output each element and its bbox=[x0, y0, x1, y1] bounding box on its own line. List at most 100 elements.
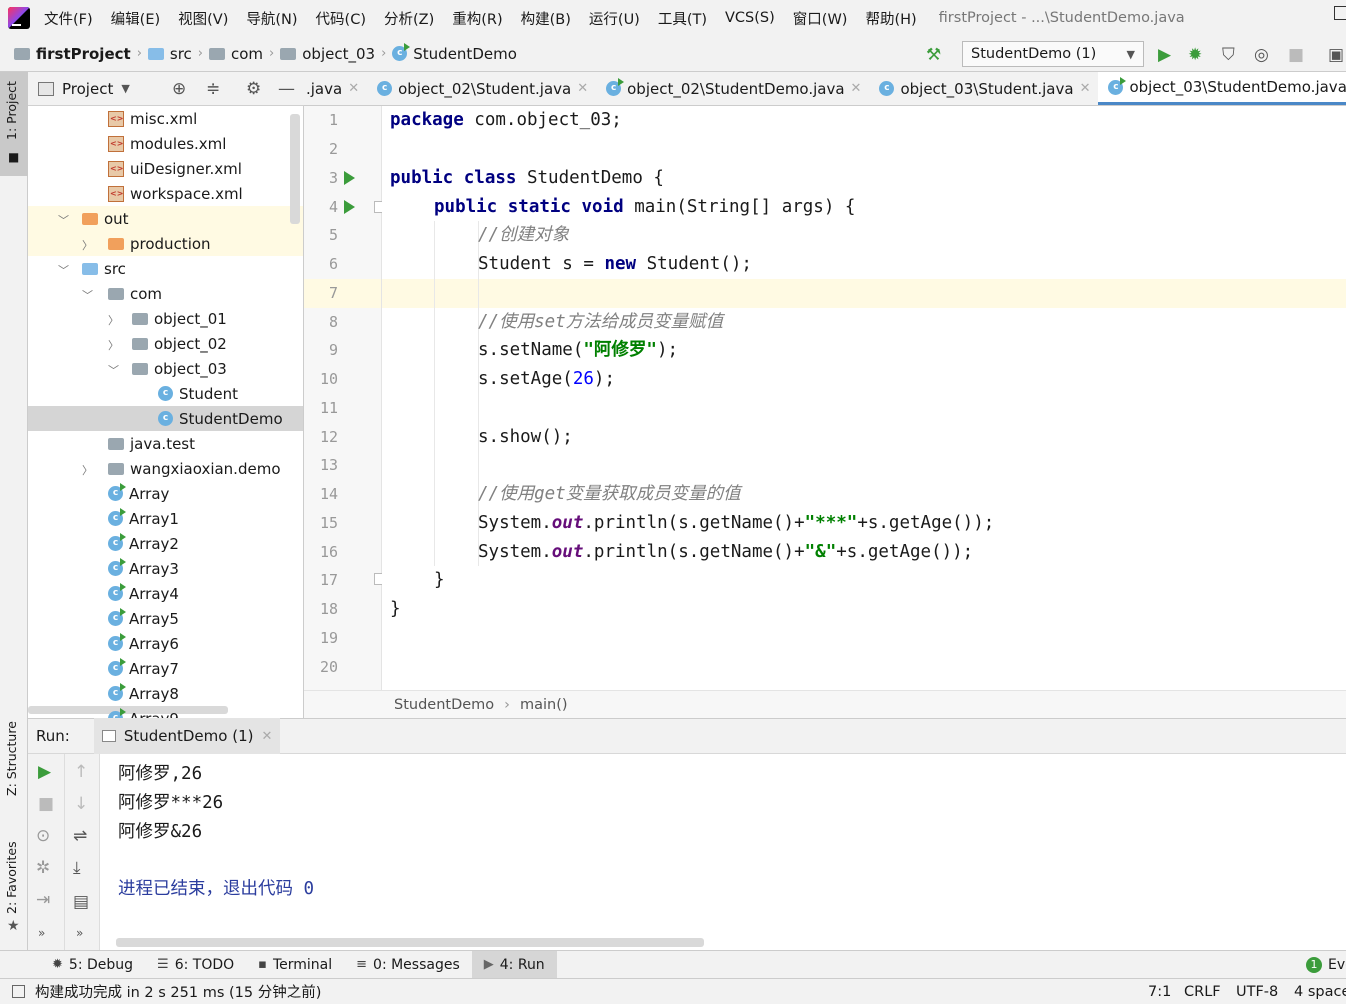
tree-item[interactable]: workspace.xml bbox=[108, 181, 243, 206]
tree-item[interactable]: wangxiaoxian.demo bbox=[108, 456, 281, 481]
scroll-to-end-icon[interactable]: ⤓ bbox=[73, 858, 81, 878]
tree-item[interactable]: misc.xml bbox=[108, 106, 197, 131]
tree-item[interactable]: production bbox=[108, 231, 211, 256]
run-tool-tab[interactable]: ▶ 4: Run bbox=[471, 950, 557, 979]
chevron-down-icon[interactable]: ﹀ bbox=[58, 262, 69, 278]
tree-item[interactable]: c Array bbox=[108, 481, 169, 506]
tree-item[interactable]: uiDesigner.xml bbox=[108, 156, 242, 181]
tool-window-toggle-icon[interactable] bbox=[12, 985, 25, 998]
tree-item[interactable]: c Array1 bbox=[108, 506, 179, 531]
event-log-tab[interactable]: 1 Eve bbox=[1306, 957, 1346, 973]
chevron-right-icon[interactable]: 〉 bbox=[82, 462, 93, 478]
status-message[interactable]: 构建成功完成 in 2 s 251 ms (15 分钟之前) bbox=[35, 981, 321, 1002]
tree-item[interactable]: com bbox=[108, 281, 162, 306]
chevron-right-icon[interactable]: 〉 bbox=[82, 237, 93, 253]
camera-icon[interactable]: ⊙ bbox=[36, 826, 50, 846]
structure-tool-tab[interactable]: Z: Structure bbox=[4, 721, 19, 796]
close-icon[interactable]: ✕ bbox=[577, 81, 588, 96]
tree-item[interactable]: c Array8 bbox=[108, 681, 179, 706]
menu-refactor[interactable]: 重构(R) bbox=[452, 8, 502, 29]
terminal-tool-tab[interactable]: ▪ Terminal bbox=[246, 951, 344, 979]
tree-item[interactable]: object_02 bbox=[132, 331, 227, 356]
chevron-down-icon[interactable]: ﹀ bbox=[108, 362, 119, 378]
tree-item[interactable]: c Array2 bbox=[108, 531, 179, 556]
maximize-window-button[interactable] bbox=[1334, 6, 1346, 20]
tree-item[interactable]: c Student bbox=[158, 381, 238, 406]
down-arrow-icon[interactable]: ↓ bbox=[74, 794, 88, 814]
tree-item[interactable]: object_03 bbox=[132, 356, 227, 381]
debug-bug-icon[interactable]: ✹ bbox=[1188, 45, 1202, 65]
stop-icon[interactable]: ■ bbox=[38, 794, 54, 814]
run-tab[interactable]: StudentDemo (1) ✕ bbox=[93, 718, 281, 754]
profile-icon[interactable]: ◎ bbox=[1254, 45, 1269, 65]
close-icon[interactable]: ✕ bbox=[851, 81, 862, 96]
build-hammer-icon[interactable]: ⚒ bbox=[926, 45, 941, 65]
tree-item[interactable]: java.test bbox=[108, 431, 195, 456]
menu-window[interactable]: 窗口(W) bbox=[793, 8, 848, 29]
caret-position[interactable]: 7:1 bbox=[1148, 984, 1171, 1000]
code-editor[interactable]: package com.object_03; public class Stud… bbox=[382, 106, 1346, 690]
run-class-gutter-icon[interactable] bbox=[344, 171, 355, 185]
menu-file[interactable]: 文件(F) bbox=[44, 8, 93, 29]
run-configuration-select[interactable]: StudentDemo (1) ▼ bbox=[962, 41, 1144, 67]
close-icon[interactable]: ✕ bbox=[1080, 81, 1091, 96]
menu-help[interactable]: 帮助(H) bbox=[865, 8, 916, 29]
editor-tab[interactable]: .java ✕ bbox=[304, 72, 367, 105]
breadcrumb-method[interactable]: main() bbox=[520, 697, 568, 713]
debug-tool-tab[interactable]: ✹ 5: Debug bbox=[40, 951, 145, 979]
menu-view[interactable]: 视图(V) bbox=[178, 8, 228, 29]
project-structure-icon[interactable]: ▣ bbox=[1328, 45, 1344, 65]
tree-item[interactable]: cArray9 bbox=[108, 706, 179, 718]
file-encoding[interactable]: UTF-8 bbox=[1236, 984, 1278, 1000]
menu-navigate[interactable]: 导航(N) bbox=[246, 8, 297, 29]
project-panel-title[interactable]: Project bbox=[62, 80, 113, 98]
editor-tab-active[interactable]: c object_03\StudentDemo.java bbox=[1098, 72, 1346, 105]
close-icon[interactable]: ✕ bbox=[348, 81, 359, 96]
crumb-src[interactable]: src bbox=[170, 45, 192, 63]
todo-tool-tab[interactable]: ☰ 6: TODO bbox=[145, 951, 246, 979]
favorites-tool-tab[interactable]: 2: Favorites bbox=[4, 841, 19, 914]
crumb-package[interactable]: object_03 bbox=[302, 45, 375, 63]
editor-tab[interactable]: c object_02\Student.java ✕ bbox=[367, 72, 596, 105]
crumb-project[interactable]: firstProject bbox=[36, 45, 131, 63]
menu-build[interactable]: 构建(B) bbox=[521, 8, 571, 29]
editor-tab[interactable]: c object_02\StudentDemo.java ✕ bbox=[596, 72, 869, 105]
editor-tab[interactable]: c object_03\Student.java ✕ bbox=[869, 72, 1098, 105]
chevron-down-icon[interactable]: ﹀ bbox=[82, 287, 93, 303]
menu-analyze[interactable]: 分析(Z) bbox=[384, 8, 434, 29]
tree-item[interactable]: c Array5 bbox=[108, 606, 179, 631]
tree-item[interactable]: c Array6 bbox=[108, 631, 179, 656]
project-tool-tab[interactable]: 1: Project bbox=[4, 81, 19, 140]
run-play-icon[interactable]: ▶ bbox=[1158, 45, 1171, 65]
chevron-down-icon[interactable]: ▼ bbox=[121, 82, 129, 95]
menu-run[interactable]: 运行(U) bbox=[589, 8, 640, 29]
tree-item[interactable]: c Array4 bbox=[108, 581, 179, 606]
up-arrow-icon[interactable]: ↑ bbox=[74, 762, 88, 782]
run-console[interactable]: 阿修罗,26 阿修罗***26 阿修罗&26 进程已结束，退出代码 0 bbox=[100, 754, 1346, 950]
crumb-class[interactable]: StudentDemo bbox=[413, 45, 517, 63]
close-icon[interactable]: ✕ bbox=[261, 729, 272, 744]
more-chevrons-icon[interactable]: » bbox=[76, 926, 83, 940]
console-hscrollbar-thumb[interactable] bbox=[116, 938, 704, 947]
coverage-icon[interactable]: ⛉ bbox=[1222, 45, 1235, 65]
chevron-down-icon[interactable]: ﹀ bbox=[58, 212, 69, 228]
soft-wrap-icon[interactable]: ⇌ bbox=[73, 826, 87, 846]
indent-setting[interactable]: 4 spaces bbox=[1294, 984, 1346, 1000]
tree-item[interactable]: src bbox=[82, 256, 126, 281]
tree-item[interactable]: out bbox=[82, 206, 129, 231]
settings-icon[interactable]: ✲ bbox=[36, 858, 50, 878]
stop-icon[interactable]: ■ bbox=[1288, 45, 1304, 65]
messages-tool-tab[interactable]: ≡ 0: Messages bbox=[344, 951, 472, 979]
run-main-gutter-icon[interactable] bbox=[344, 200, 355, 214]
breadcrumb-class[interactable]: StudentDemo bbox=[394, 697, 494, 713]
tree-item[interactable]: c Array7 bbox=[108, 656, 179, 681]
menu-edit[interactable]: 编辑(E) bbox=[111, 8, 160, 29]
line-separator[interactable]: CRLF bbox=[1184, 984, 1221, 1000]
tree-scrollbar-thumb[interactable] bbox=[290, 114, 300, 224]
tree-item[interactable]: object_01 bbox=[132, 306, 227, 331]
menu-tools[interactable]: 工具(T) bbox=[658, 8, 707, 29]
exit-icon[interactable]: ⇥ bbox=[36, 890, 50, 910]
chevron-right-icon[interactable]: 〉 bbox=[108, 337, 119, 353]
locate-target-icon[interactable]: ⊕ bbox=[172, 79, 186, 99]
gear-icon[interactable]: ⚙ bbox=[246, 79, 261, 99]
